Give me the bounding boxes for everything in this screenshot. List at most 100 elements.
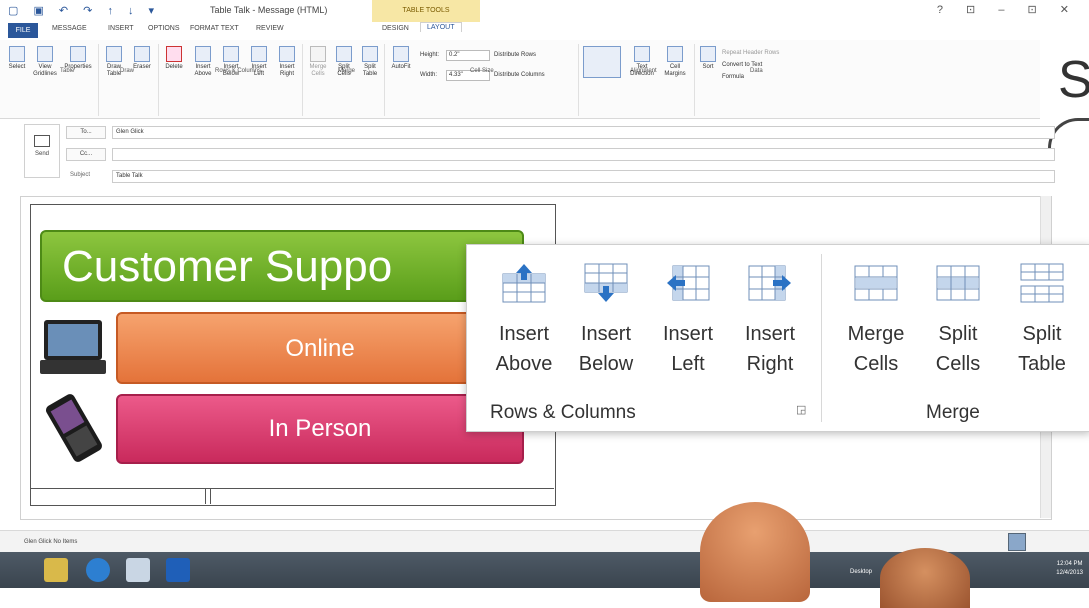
- alignment-grid[interactable]: [582, 46, 622, 80]
- file-explorer-icon[interactable]: [44, 558, 68, 582]
- split-table-icon: [1020, 263, 1064, 303]
- internet-explorer-icon[interactable]: [86, 558, 110, 582]
- sort-button[interactable]: Sort: [698, 46, 718, 71]
- select-button[interactable]: Select: [6, 46, 28, 71]
- group-label-alignment: Alignment: [630, 68, 657, 74]
- insert-above-icon: [502, 264, 546, 303]
- insert-below-icon: [584, 263, 628, 302]
- height-label: Height:: [420, 52, 440, 58]
- title-bar: ▢ ▣ ↶ ↷ ↑ ↓ ▾ Table Talk - Message (HTML…: [0, 0, 1089, 23]
- envelope-icon: [34, 135, 50, 147]
- ribbon-divider: [98, 44, 99, 116]
- eraser-icon: [134, 46, 150, 62]
- delete-button[interactable]: Delete: [162, 46, 186, 71]
- group-label-rows-columns: Rows & Columns: [215, 68, 262, 74]
- popup-split-cells-button[interactable]: Split Cells: [918, 262, 998, 379]
- in-person-banner: In Person: [116, 394, 524, 464]
- customer-support-banner: Customer Suppo: [40, 230, 524, 302]
- alignment-icon: [583, 46, 621, 78]
- laptop-image: [40, 320, 106, 374]
- insert-above-button[interactable]: Insert Above: [190, 46, 216, 78]
- table-cell-divider: [205, 488, 211, 504]
- split-table-icon: [362, 46, 378, 62]
- popup-insert-left-button[interactable]: Insert Left: [648, 262, 728, 379]
- popup-split-table-button[interactable]: Split Table: [1002, 262, 1082, 379]
- dialog-launcher-icon[interactable]: ◲: [796, 403, 806, 416]
- status-text: Glen Glick No Items: [24, 539, 78, 545]
- gridlines-icon: [37, 46, 53, 62]
- merge-cells-button[interactable]: Merge Cells: [306, 46, 330, 78]
- insert-left-icon: [667, 265, 710, 301]
- insert-right-button[interactable]: Insert Right: [274, 46, 300, 78]
- system-clock[interactable]: 12:04 PM 12/4/2013: [1056, 560, 1083, 578]
- repeat-header-rows-button[interactable]: Repeat Header Rows: [722, 50, 779, 56]
- tab-options[interactable]: OPTIONS: [148, 25, 180, 32]
- cell-margins-button[interactable]: Cell Margins: [660, 46, 690, 78]
- presenter-head: [700, 502, 810, 602]
- to-button[interactable]: To...: [66, 126, 106, 139]
- cell-margins-icon: [667, 46, 683, 62]
- popup-group-merge: Merge: [926, 402, 980, 423]
- window-title: Table Talk - Message (HTML): [210, 5, 328, 15]
- popup-insert-below-button[interactable]: Insert Below: [566, 262, 646, 379]
- group-label-merge: Merge: [338, 68, 356, 74]
- popup-insert-above-button[interactable]: Insert Above: [484, 262, 564, 379]
- formula-button[interactable]: Formula: [722, 74, 744, 80]
- presenter-head-partial: [880, 548, 970, 608]
- popup-insert-right-button[interactable]: Insert Right: [730, 262, 810, 379]
- ribbon-divider: [578, 44, 579, 116]
- ribbon-tabs: FILE MESSAGE INSERT OPTIONS FORMAT TEXT …: [0, 22, 1089, 40]
- tab-format-text[interactable]: FORMAT TEXT: [190, 25, 239, 32]
- group-label-table: Table: [60, 68, 75, 74]
- text-direction-icon: [634, 46, 650, 62]
- media-icon[interactable]: [126, 558, 150, 582]
- tab-layout[interactable]: LAYOUT: [420, 22, 462, 32]
- send-button[interactable]: Send: [24, 124, 60, 178]
- delete-icon: [166, 46, 182, 62]
- popup-merge-cells-button[interactable]: Merge Cells: [836, 262, 916, 379]
- tab-message[interactable]: MESSAGE: [52, 25, 87, 32]
- autofit-icon: [393, 46, 409, 62]
- popup-group-rows-columns: Rows & Columns: [490, 402, 636, 423]
- tab-design[interactable]: DESIGN: [382, 25, 409, 32]
- split-cells-icon: [336, 46, 352, 62]
- distribute-columns-button[interactable]: Distribute Columns: [494, 72, 545, 78]
- split-cells-icon: [936, 265, 980, 301]
- logo-letter: S: [1058, 51, 1089, 109]
- merge-cells-icon: [310, 46, 326, 62]
- ribbon-divider: [302, 44, 303, 116]
- distribute-rows-button[interactable]: Distribute Rows: [494, 52, 536, 58]
- view-gridlines-button[interactable]: View Gridlines: [30, 46, 60, 78]
- merge-cells-icon: [854, 265, 898, 301]
- cc-field[interactable]: [112, 148, 1055, 161]
- tab-insert[interactable]: INSERT: [108, 25, 134, 32]
- subject-label: Subject: [70, 172, 91, 178]
- cc-button[interactable]: Cc...: [66, 148, 106, 161]
- group-label-cell-size: Cell Size: [470, 68, 494, 74]
- properties-icon: [70, 46, 86, 62]
- phone-image: [45, 394, 103, 462]
- group-label-data: Data: [750, 68, 763, 74]
- ribbon-divider: [694, 44, 695, 116]
- ribbon-divider: [158, 44, 159, 116]
- insert-right-icon: [279, 46, 295, 62]
- split-table-button[interactable]: Split Table: [358, 46, 382, 78]
- ribbon-divider: [384, 44, 385, 116]
- contact-photo-icon[interactable]: [1008, 533, 1026, 551]
- group-label-draw: Draw: [120, 68, 135, 74]
- sort-icon: [700, 46, 716, 62]
- quick-access-toolbar[interactable]: ▢ ▣ ↶ ↷ ↑ ↓ ▾: [8, 4, 160, 17]
- insert-above-icon: [195, 46, 211, 62]
- to-field[interactable]: Glen Glick: [112, 126, 1055, 139]
- desktop-toolbar[interactable]: Desktop: [850, 569, 872, 575]
- online-banner: Online: [116, 312, 524, 384]
- subject-field[interactable]: Table Talk: [112, 170, 1055, 183]
- outlook-icon[interactable]: [166, 558, 190, 582]
- insert-left-icon: [251, 46, 267, 62]
- window-controls[interactable]: ? ⊡ – ⊡ ✕: [937, 3, 1079, 16]
- height-input[interactable]: 0.2": [446, 50, 490, 61]
- tab-review[interactable]: REVIEW: [256, 25, 284, 32]
- tab-file[interactable]: FILE: [8, 23, 38, 38]
- table-tools-context-label: TABLE TOOLS: [372, 0, 480, 22]
- autofit-button[interactable]: AutoFit: [388, 46, 414, 71]
